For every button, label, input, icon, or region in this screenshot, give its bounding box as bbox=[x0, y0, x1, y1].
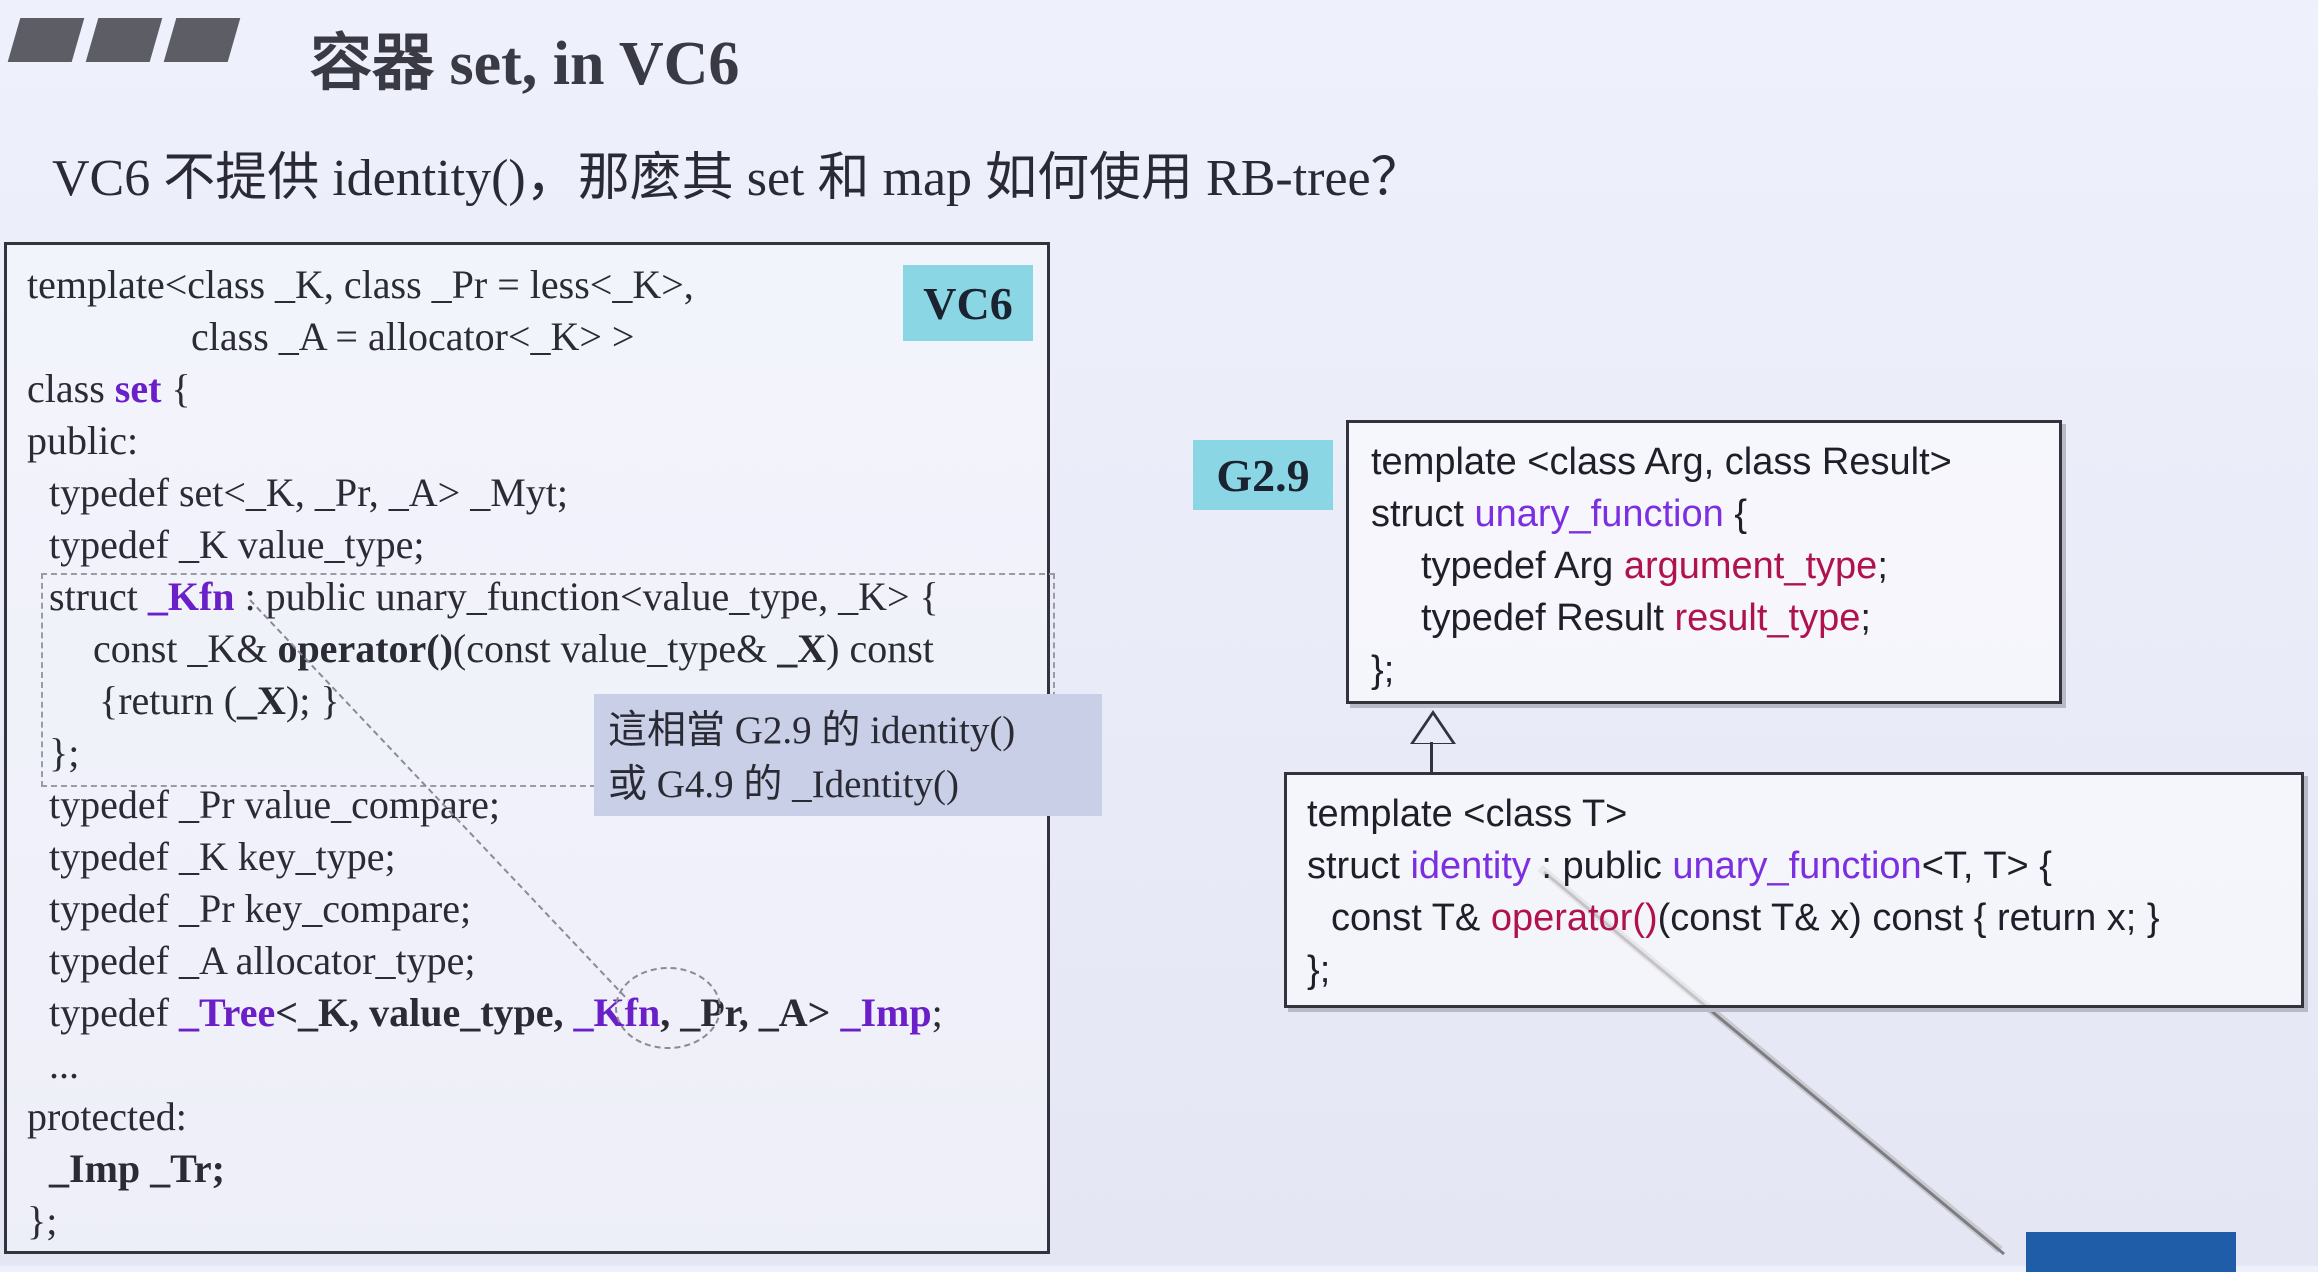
g29-tag: G2.9 bbox=[1193, 440, 1333, 510]
code-line: {return (_X); } bbox=[99, 678, 340, 723]
channel-watermark bbox=[2026, 1232, 2236, 1272]
code-line: typedef _K key_type; bbox=[49, 834, 396, 879]
unary-function-box: template <class Arg, class Result> struc… bbox=[1346, 420, 2062, 704]
code-line: }; bbox=[1371, 649, 1395, 691]
code-line: struct _Kfn : public unary_function<valu… bbox=[49, 574, 939, 619]
slide-question: VC6 不提供 identity()，那麼其 set 和 map 如何使用 RB… bbox=[52, 150, 1423, 207]
code-line: template <class Arg, class Result> bbox=[1371, 441, 1952, 483]
inheritance-arrow-icon bbox=[1410, 710, 1456, 744]
code-line: }; bbox=[27, 1198, 58, 1243]
code-line: }; bbox=[1307, 949, 1331, 991]
inheritance-line bbox=[1430, 742, 1433, 772]
code-line: public: bbox=[27, 418, 139, 463]
code-line: struct unary_function { bbox=[1371, 493, 1748, 535]
code-line: protected: bbox=[27, 1094, 187, 1139]
deco-bar bbox=[85, 18, 163, 62]
code-line: }; bbox=[49, 730, 80, 775]
code-line: const T& operator()(const T& x) const { … bbox=[1331, 897, 2160, 939]
code-line: _Imp _Tr; bbox=[49, 1146, 225, 1191]
code-line: class _A = allocator<_K> > bbox=[191, 314, 635, 359]
title-decoration bbox=[7, 18, 241, 62]
note-line: 或 G4.9 的 _Identity() bbox=[608, 763, 959, 806]
code-line: typedef set<_K, _Pr, _A> _Myt; bbox=[49, 470, 569, 515]
code-line: const _K& operator()(const value_type& _… bbox=[93, 626, 934, 671]
code-line: typedef _Pr key_compare; bbox=[49, 886, 472, 931]
code-line: typedef _K value_type; bbox=[49, 522, 425, 567]
code-line: struct identity : public unary_function<… bbox=[1307, 845, 2052, 887]
code-line: typedef _Pr value_compare; bbox=[49, 782, 500, 827]
code-line: template<class _K, class _Pr = less<_K>, bbox=[27, 262, 694, 307]
code-line: template <class T> bbox=[1307, 793, 1628, 835]
identity-box: template <class T> struct identity : pub… bbox=[1284, 772, 2304, 1008]
deco-bar bbox=[7, 18, 85, 62]
identity-equivalent-note: 這相當 G2.9 的 identity() 或 G4.9 的 _Identity… bbox=[594, 694, 1102, 816]
code-line: typedef Arg argument_type; bbox=[1421, 545, 1888, 587]
slide-title: 容器 set, in VC6 bbox=[310, 30, 740, 98]
deco-bar bbox=[163, 18, 241, 62]
code-line: typedef Result result_type; bbox=[1421, 597, 1871, 639]
code-line: ... bbox=[49, 1042, 79, 1087]
code-line: typedef _Tree<_K, value_type, _Kfn, _Pr,… bbox=[49, 990, 943, 1035]
vc6-tag: VC6 bbox=[903, 265, 1033, 341]
code-line: typedef _A allocator_type; bbox=[49, 938, 476, 983]
note-line: 這相當 G2.9 的 identity() bbox=[608, 709, 1016, 752]
code-line: class set { bbox=[27, 366, 191, 411]
